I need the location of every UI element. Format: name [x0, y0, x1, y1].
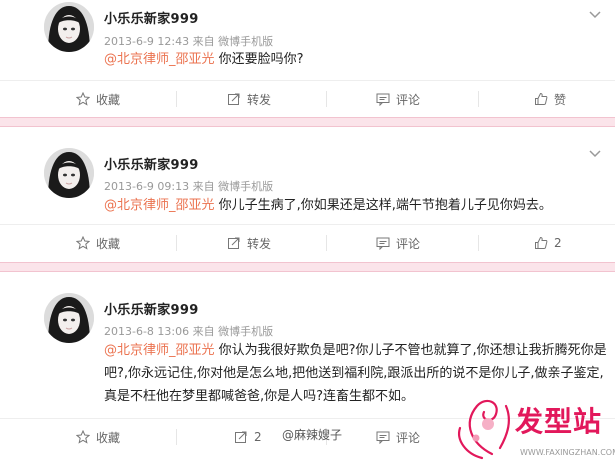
repost-label: 转发 — [247, 92, 272, 107]
post-meta[interactable]: 2013-6-9 09:13 来自 微博手机版 — [104, 178, 273, 194]
username[interactable]: 小乐乐新家999 — [104, 299, 199, 318]
action-bar: 收藏 转发 评论 2 — [0, 224, 615, 260]
star-icon — [76, 92, 90, 106]
avatar-image — [44, 2, 94, 52]
weibo-post-2: 小乐乐新家999 2013-6-9 09:13 来自 微博手机版 @北京律师_邵… — [0, 128, 615, 260]
comment-button[interactable]: 评论 — [376, 225, 420, 261]
favorite-label: 收藏 — [96, 236, 121, 251]
divider — [478, 235, 479, 251]
avatar-image — [44, 148, 94, 198]
like-count: 2 — [554, 236, 562, 250]
divider — [326, 91, 327, 107]
post-content: @北京律师_邵亚光 你儿子生病了,你如果还是这样,端午节抱着儿子见你妈去。 — [104, 194, 608, 217]
favorite-button[interactable]: 收藏 — [76, 225, 120, 261]
watermark-handle: @麻辣嫂子 — [282, 428, 343, 442]
divider — [176, 429, 177, 445]
divider — [176, 235, 177, 251]
chevron-down-icon[interactable] — [588, 149, 602, 159]
favorite-button[interactable]: 收藏 — [76, 81, 120, 117]
like-button[interactable]: 赞 — [534, 81, 566, 117]
repost-icon — [228, 237, 240, 249]
post-content: @北京律师_邵亚光 你还要脸吗你? — [104, 48, 608, 71]
mention-link[interactable]: @北京律师_邵亚光 — [104, 343, 215, 358]
repost-button[interactable]: 转发 — [227, 225, 271, 261]
repost-button[interactable]: 2 — [234, 419, 262, 455]
comment-button[interactable]: 评论 — [376, 81, 420, 117]
post-text: 你儿子生病了,你如果还是这样,端午节抱着儿子见你妈去。 — [214, 198, 552, 213]
chevron-down-icon[interactable] — [588, 10, 602, 20]
comment-icon — [376, 93, 390, 106]
mention-link[interactable]: @北京律师_邵亚光 — [104, 52, 215, 67]
avatar-image — [44, 293, 94, 343]
site-logo-text: 发型站 — [515, 405, 603, 438]
thumbs-up-icon — [535, 92, 548, 105]
comment-label: 评论 — [396, 92, 421, 107]
comment-label: 评论 — [396, 236, 421, 251]
thumbs-up-icon — [535, 236, 548, 249]
avatar[interactable] — [44, 2, 94, 52]
repost-button[interactable]: 转发 — [227, 81, 271, 117]
post-text: 你还要脸吗你? — [214, 52, 304, 67]
site-logo-url: WWW.FAXINGZHAN.COM — [520, 448, 615, 457]
favorite-label: 收藏 — [96, 430, 121, 445]
divider — [478, 91, 479, 107]
comment-icon — [376, 431, 390, 444]
like-label: 赞 — [554, 92, 567, 107]
comment-label: 评论 — [396, 430, 421, 445]
repost-icon — [228, 93, 240, 105]
divider — [326, 235, 327, 251]
repost-label: 转发 — [247, 236, 272, 251]
comment-button[interactable]: 评论 — [376, 419, 420, 455]
favorite-label: 收藏 — [96, 92, 121, 107]
avatar[interactable] — [44, 293, 94, 343]
post-meta[interactable]: 2013-6-8 13:06 来自 微博手机版 — [104, 323, 273, 339]
post-meta[interactable]: 2013-6-9 12:43 来自 微博手机版 — [104, 33, 273, 49]
like-button[interactable]: 2 — [534, 225, 562, 261]
repost-icon — [235, 431, 247, 443]
username[interactable]: 小乐乐新家999 — [104, 8, 199, 27]
weibo-post-1: 小乐乐新家999 2013-6-9 12:43 来自 微博手机版 @北京律师_邵… — [0, 0, 615, 115]
favorite-button[interactable]: 收藏 — [76, 419, 120, 455]
username[interactable]: 小乐乐新家999 — [104, 154, 199, 173]
avatar[interactable] — [44, 148, 94, 198]
action-bar: 收藏 转发 评论 赞 — [0, 80, 615, 116]
post-separator — [0, 262, 615, 272]
comment-icon — [376, 237, 390, 250]
divider — [176, 91, 177, 107]
star-icon — [76, 430, 90, 444]
post-separator — [0, 117, 615, 127]
star-icon — [76, 236, 90, 250]
repost-count: 2 — [254, 430, 262, 444]
mention-link[interactable]: @北京律师_邵亚光 — [104, 198, 215, 213]
